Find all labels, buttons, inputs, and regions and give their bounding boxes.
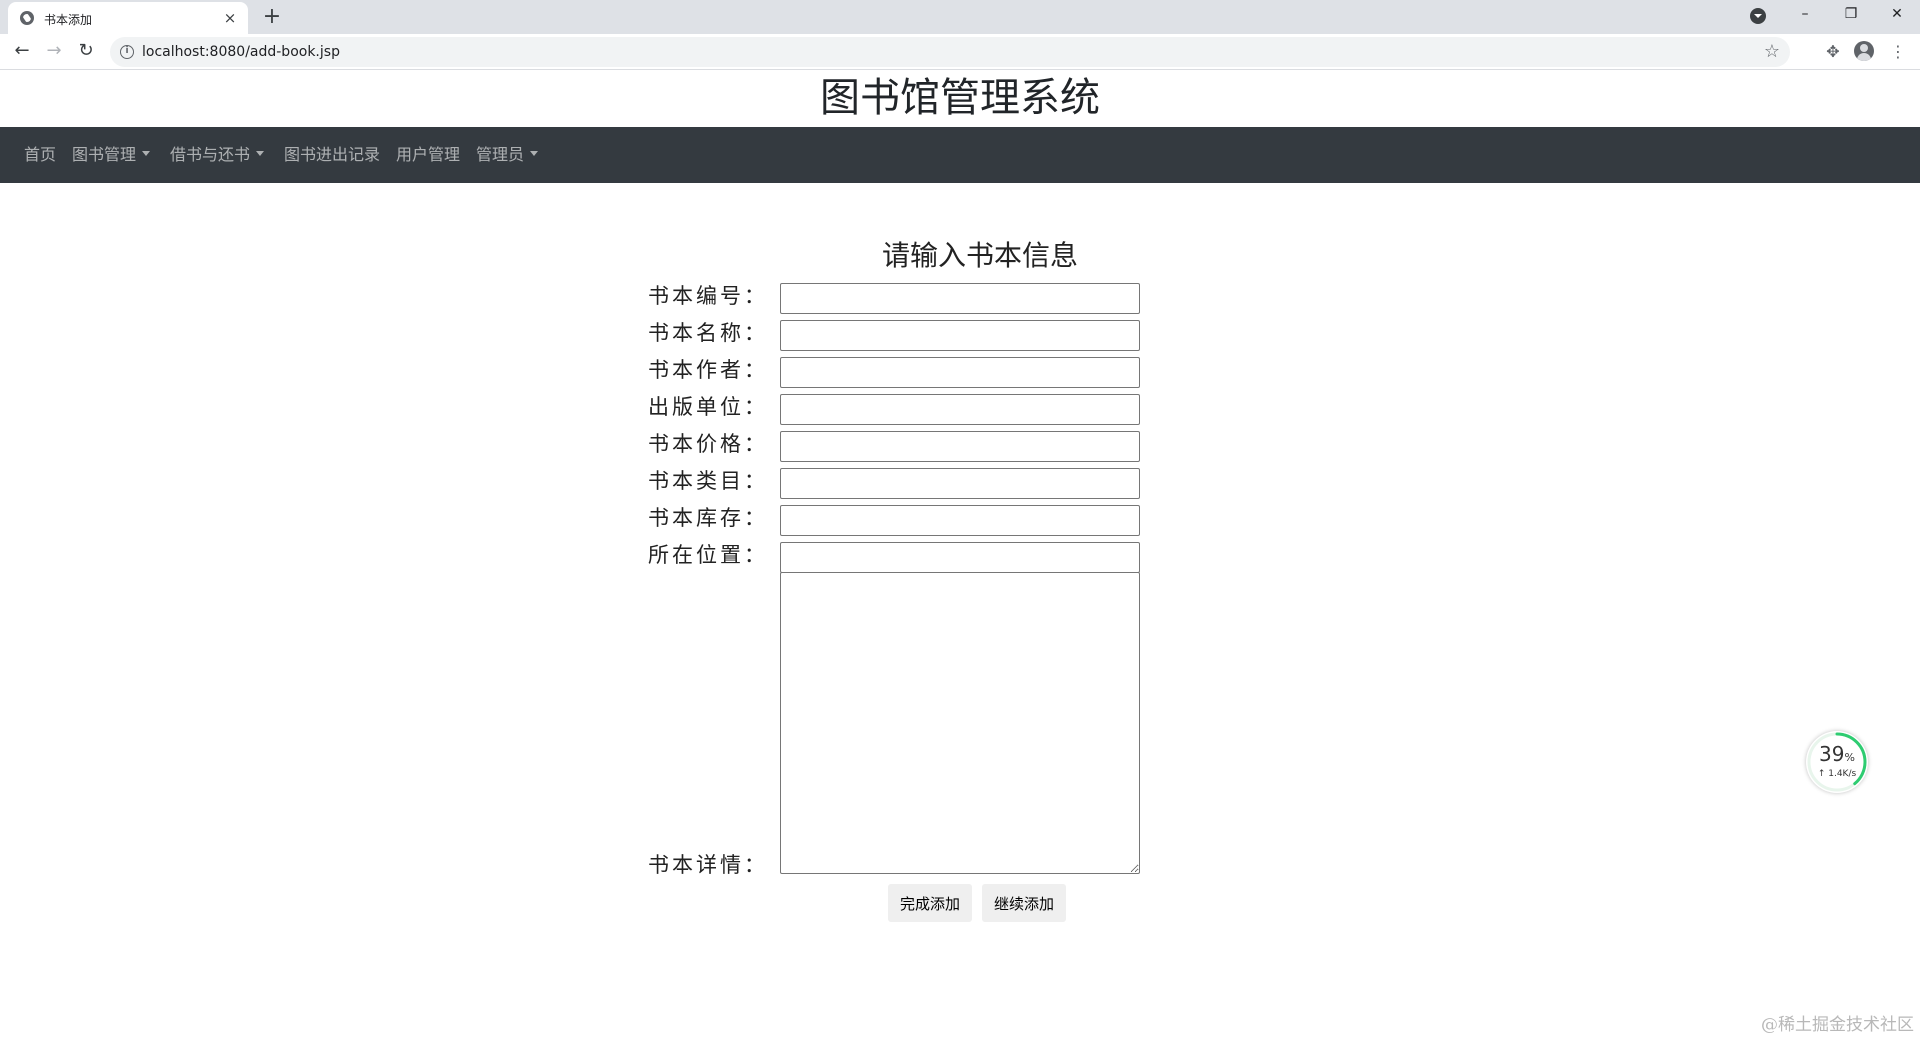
main-navbar: 首页 图书管理 借书与还书 图书进出记录 用户管理 管理员 [0,127,1920,183]
nav-item-label: 图书管理 [72,145,137,164]
continue-add-button[interactable]: 继续添加 [982,884,1067,922]
book-author-label: 书本作者： [648,358,768,382]
minimize-button[interactable]: – [1782,0,1828,30]
book-author-input[interactable] [780,357,1140,388]
browser-tab-bar: 书本添加 × + – ❐ ✕ [0,0,1920,34]
nav-item-label: 图书进出记录 [284,145,381,164]
book-stock-input[interactable] [780,505,1140,536]
watermark: @稀土掘金技术社区 [1761,1015,1914,1035]
reload-icon[interactable]: ↻ [74,40,98,64]
book-name-label: 书本名称： [648,321,768,345]
speed-percent-unit: % [1844,751,1855,764]
finish-add-button[interactable]: 完成添加 [888,884,973,922]
book-id-label: 书本编号： [648,284,768,308]
nav-item-admin[interactable]: 管理员 [476,127,539,183]
book-id-input[interactable] [780,283,1140,314]
caret-down-icon [142,151,151,156]
caret-down-icon [256,151,265,156]
restore-button[interactable]: ❐ [1828,0,1874,30]
publisher-label: 出版单位： [648,395,768,419]
back-arrow-icon[interactable]: ← [10,40,34,64]
address-bar[interactable]: i localhost:8080/add-book.jsp ☆ [110,37,1790,67]
menu-kebab-icon[interactable]: ⋮ [1886,40,1910,64]
info-icon[interactable]: i [120,45,134,59]
book-name-input[interactable] [780,320,1140,351]
nav-item-label: 借书与还书 [170,145,251,164]
close-window-button[interactable]: ✕ [1874,0,1920,30]
form-heading: 请输入书本信息 [881,239,1078,272]
book-category-label: 书本类目： [648,469,768,493]
network-speed-widget[interactable]: 39% ↑ 1.4K/s [1806,731,1868,793]
tab-close-icon[interactable]: × [220,8,240,28]
nav-item-label: 用户管理 [396,145,461,164]
publisher-input[interactable] [780,394,1140,425]
speed-percent-value: 39 [1819,742,1845,766]
book-location-label: 所在位置： [648,543,768,567]
book-price-label: 书本价格： [648,432,768,456]
forward-arrow-icon[interactable]: → [42,40,66,64]
nav-item-home[interactable]: 首页 [24,127,56,183]
book-category-input[interactable] [780,468,1140,499]
book-price-input[interactable] [780,431,1140,462]
nav-item-label: 管理员 [476,145,525,164]
profile-avatar-icon[interactable] [1854,41,1874,61]
nav-item-label: 首页 [24,145,57,164]
browser-toolbar: ← → ↻ i localhost:8080/add-book.jsp ☆ ✥ … [0,34,1920,70]
globe-icon [20,11,34,25]
book-stock-label: 书本库存： [648,506,768,530]
caret-down-icon [530,151,539,156]
book-details-label: 书本详情： [648,853,768,877]
nav-item-user-management[interactable]: 用户管理 [396,127,460,183]
site-title: 图书馆管理系统 [820,75,1100,121]
nav-item-book-management[interactable]: 图书管理 [72,127,151,183]
url-text[interactable]: localhost:8080/add-book.jsp [142,44,340,60]
page: 图书馆管理系统 首页 图书管理 借书与还书 图书进出记录 用户管理 管理员 请输… [0,70,1920,1040]
nav-item-borrow-return[interactable]: 借书与还书 [170,127,265,183]
book-location-input[interactable] [780,542,1140,573]
nav-item-book-records[interactable]: 图书进出记录 [284,127,380,183]
tab-search-icon[interactable] [1750,8,1766,24]
new-tab-button[interactable]: + [258,4,286,32]
book-details-textarea[interactable] [780,572,1140,874]
browser-tab[interactable]: 书本添加 × [8,2,248,34]
speed-rate: ↑ 1.4K/s [1817,769,1857,779]
tab-title: 书本添加 [44,13,93,27]
bookmark-star-icon[interactable]: ☆ [1764,41,1780,62]
extensions-puzzle-icon[interactable]: ✥ [1821,40,1845,64]
speed-percent: 39% [1806,742,1868,766]
